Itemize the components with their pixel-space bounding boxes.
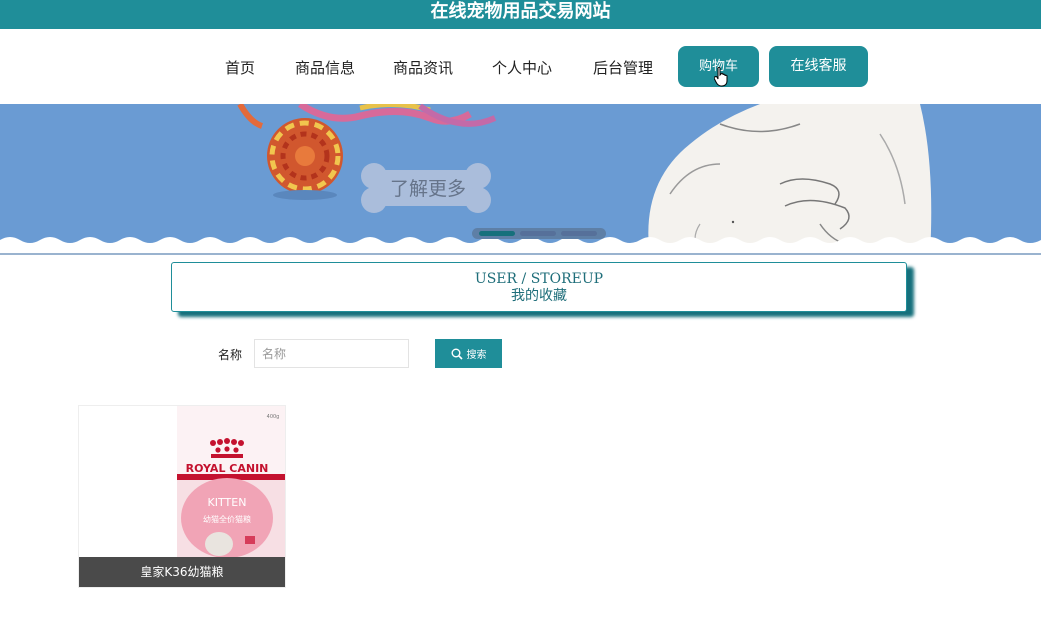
learn-more-button[interactable]: 了解更多 bbox=[362, 166, 494, 212]
online-service-button[interactable]: 在线客服 bbox=[769, 46, 868, 87]
hand-cursor-icon bbox=[714, 67, 728, 87]
section-title-en: USER / STOREUP bbox=[474, 271, 604, 287]
section-title-box: USER / STOREUP 我的收藏 bbox=[171, 262, 907, 312]
nav-item-personal-center[interactable]: 个人中心 bbox=[492, 57, 552, 78]
search-name-input[interactable] bbox=[254, 339, 409, 368]
product-image: ROYAL CANIN KITTEN 幼猫全价猫粮 400g bbox=[79, 406, 285, 557]
carousel-dot-2[interactable] bbox=[520, 231, 556, 236]
nav-item-admin[interactable]: 后台管理 bbox=[593, 57, 653, 78]
search-icon bbox=[451, 348, 463, 360]
section-title-cn: 我的收藏 bbox=[511, 288, 567, 304]
nav-item-products[interactable]: 商品信息 bbox=[295, 57, 355, 78]
carousel-indicator bbox=[472, 228, 606, 239]
search-button[interactable]: 搜索 bbox=[435, 339, 502, 368]
product-variant-text: KITTEN bbox=[208, 496, 247, 509]
nav-item-home[interactable]: 首页 bbox=[225, 57, 255, 78]
product-card[interactable]: ROYAL CANIN KITTEN 幼猫全价猫粮 400g 皇家K36幼猫粮 bbox=[78, 405, 286, 588]
product-weight-text: 400g bbox=[267, 414, 280, 420]
search-button-label: 搜索 bbox=[466, 350, 487, 361]
nav-item-news[interactable]: 商品资讯 bbox=[393, 57, 453, 78]
carousel-dot-1[interactable] bbox=[479, 231, 515, 236]
kitten-illustration bbox=[205, 532, 233, 556]
cat-illustration bbox=[648, 104, 932, 256]
product-name: 皇家K36幼猫粮 bbox=[79, 557, 285, 587]
product-brand-text: ROYAL CANIN bbox=[186, 462, 269, 475]
main-nav: 首页 商品信息 商品资讯 个人中心 后台管理 购物车 在线客服 bbox=[0, 29, 1041, 104]
site-title: 在线宠物用品交易网站 bbox=[430, 1, 611, 22]
search-name-label: 名称 bbox=[218, 348, 243, 362]
site-title-bar: 在线宠物用品交易网站 bbox=[0, 0, 1041, 29]
carousel-dot-3[interactable] bbox=[561, 231, 597, 236]
product-subtitle-text: 幼猫全价猫粮 bbox=[203, 514, 251, 524]
hero-banner: 了解更多 bbox=[0, 104, 1041, 256]
